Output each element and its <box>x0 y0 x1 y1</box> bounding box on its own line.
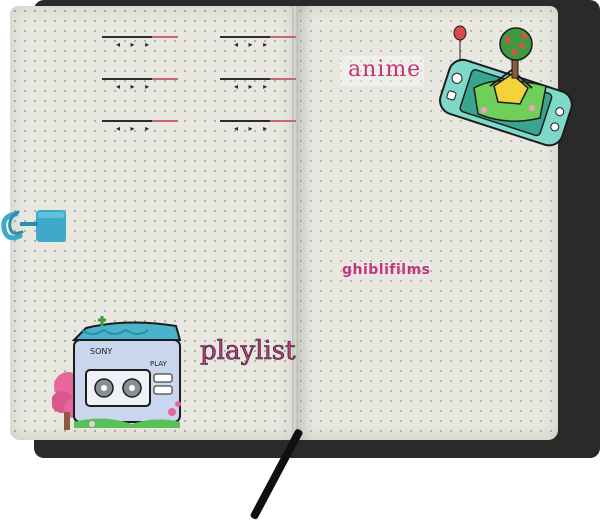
song-line-accent <box>270 36 296 38</box>
song-line-accent <box>270 78 296 80</box>
song-line-accent <box>152 78 178 80</box>
page-gutter <box>292 6 298 440</box>
game-console-sticker <box>439 25 573 147</box>
song-line <box>102 36 178 38</box>
song-line <box>220 120 296 122</box>
playback-controls-icon: ◂ ▸ ▸ <box>116 124 154 133</box>
song-line-accent <box>152 120 178 122</box>
binder-clip <box>1 210 66 242</box>
anime-label-box: anime <box>340 56 424 86</box>
song-line <box>102 120 178 122</box>
cassette-player-sticker: SONY PLAY <box>52 316 182 430</box>
song-line <box>220 36 296 38</box>
playback-controls-icon: ◂ ▸ ▸ <box>234 40 272 49</box>
cassette-brand-label: SONY <box>90 347 112 356</box>
song-line <box>102 78 178 80</box>
playlist-label: playlist <box>200 336 296 367</box>
anime-label: anime <box>348 57 422 82</box>
playback-controls-icon: ◂ ▸ ▸ <box>116 82 154 91</box>
playback-controls-icon: ◂ ▸ ▸ <box>116 40 154 49</box>
song-line-accent <box>152 36 178 38</box>
song-line-accent <box>270 120 296 122</box>
playback-controls-icon: ◂ ▸ ▸ <box>234 82 272 91</box>
ghibli-films-label: ghiblifilms <box>342 262 431 278</box>
cassette-mode-label: PLAY <box>150 360 168 368</box>
playback-controls-icon: ◂ ▸ ▸ <box>234 124 272 133</box>
song-line <box>220 78 296 80</box>
notebook-photo: ◂ ▸ ▸ ◂ ▸ ▸ ◂ ▸ ▸ ◂ ▸ ▸ ◂ ▸ ▸ ◂ ▸ ▸ SONY PLAY… <box>0 0 600 531</box>
